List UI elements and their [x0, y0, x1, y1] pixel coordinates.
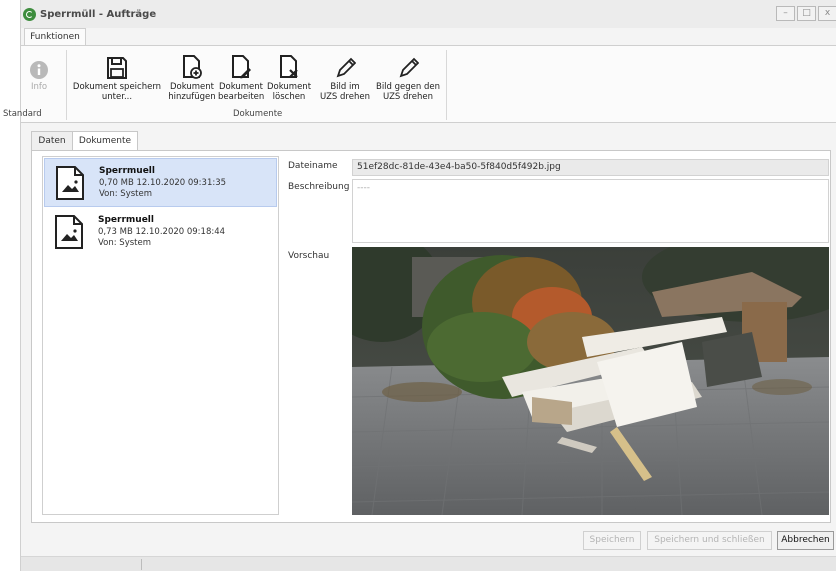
filename-field: 51ef28dc-81de-43e4-ba50-5f840d5f492b.jpg	[352, 159, 829, 176]
delete-document-button[interactable]: Dokument löschen	[267, 50, 311, 102]
document-name: Sperrmuell	[98, 215, 154, 225]
image-file-icon	[56, 166, 84, 200]
document-meta: 0,73 MB 12.10.2020 09:18:44	[98, 227, 226, 237]
document-delete-icon	[280, 55, 298, 78]
app-logo-icon	[23, 8, 36, 21]
save-under-label-2: unter...	[101, 92, 133, 102]
add-label-2: hinzufügen	[168, 92, 216, 102]
save-under-label-1: Dokument speichern	[72, 82, 162, 92]
group-label-standard: Standard	[3, 109, 42, 119]
bulky-waste-photo	[352, 247, 829, 515]
document-author: Von: System	[99, 189, 153, 199]
save-and-close-button[interactable]: Speichern und schließen	[647, 531, 772, 550]
rotate-cw-label-1: Bild im	[330, 82, 360, 92]
image-file-icon	[55, 215, 83, 249]
rotate-ccw-label-2: UZS drehen	[383, 92, 433, 102]
document-meta: 0,70 MB 12.10.2020 09:31:35	[99, 178, 227, 188]
ribbon-group-separator	[446, 50, 447, 120]
document-author: Von: System	[98, 238, 152, 248]
document-list-item[interactable]: Sperrmuell 0,70 MB 12.10.2020 09:31:35 V…	[44, 158, 277, 207]
cancel-button[interactable]: Abbrechen	[777, 531, 834, 550]
description-label: Beschreibung	[288, 182, 350, 192]
description-field[interactable]: ----	[352, 179, 829, 243]
window-title: Sperrmüll - Aufträge	[40, 9, 157, 20]
filename-label: Dateiname	[288, 161, 338, 171]
group-label-dokumente: Dokumente	[233, 109, 283, 119]
tab-daten[interactable]: Daten	[31, 131, 73, 150]
ribbon-group-separator	[66, 50, 67, 120]
info-label: Info	[30, 82, 48, 92]
ribbon: Info Standard Dokument speichern unter..…	[3, 45, 836, 123]
document-add-icon	[183, 55, 202, 79]
document-edit-icon	[232, 55, 251, 79]
minimize-button[interactable]: –	[776, 6, 795, 21]
rotate-ccw-label-1: Bild gegen den	[375, 82, 440, 92]
info-icon	[30, 61, 48, 79]
maximize-button[interactable]: □	[797, 6, 816, 21]
image-preview	[352, 247, 829, 515]
status-bar	[21, 556, 836, 571]
document-list-item[interactable]: Sperrmuell 0,73 MB 12.10.2020 09:18:44 V…	[44, 208, 277, 257]
pencil-icon	[399, 57, 419, 78]
edit-document-button[interactable]: Dokument bearbeiten	[218, 50, 264, 102]
add-label-1: Dokument	[169, 82, 215, 92]
window-controls: – □ x	[776, 6, 836, 21]
floppy-disk-icon	[107, 57, 127, 79]
rotate-clockwise-button[interactable]: Bild im UZS drehen	[318, 50, 372, 102]
close-button[interactable]: x	[818, 6, 836, 21]
info-button[interactable]: Info	[27, 50, 51, 92]
document-name: Sperrmuell	[99, 166, 155, 176]
tab-dokumente[interactable]: Dokumente	[72, 131, 138, 151]
tab-content-panel: Sperrmuell 0,70 MB 12.10.2020 09:31:35 V…	[31, 150, 831, 523]
add-document-button[interactable]: Dokument hinzufügen	[167, 50, 217, 102]
title-bar: Sperrmüll - Aufträge – □ x	[21, 0, 836, 28]
preview-label: Vorschau	[288, 251, 330, 261]
document-list: Sperrmuell 0,70 MB 12.10.2020 09:31:35 V…	[42, 156, 279, 515]
rotate-counterclockwise-button[interactable]: Bild gegen den UZS drehen	[373, 50, 443, 102]
save-document-under-button[interactable]: Dokument speichern unter...	[71, 50, 163, 102]
edit-label-2: bearbeiten	[218, 92, 265, 102]
rotate-cw-label-2: UZS drehen	[320, 92, 370, 102]
delete-label-2: löschen	[272, 92, 306, 102]
ribbon-tab-funktionen[interactable]: Funktionen	[24, 28, 86, 46]
pencil-icon	[336, 57, 356, 78]
save-button[interactable]: Speichern	[583, 531, 641, 550]
edit-label-1: Dokument	[218, 82, 264, 92]
status-separator	[141, 559, 142, 570]
application-window: Sperrmüll - Aufträge – □ x Funktionen In…	[3, 0, 836, 571]
delete-label-1: Dokument	[267, 82, 312, 92]
